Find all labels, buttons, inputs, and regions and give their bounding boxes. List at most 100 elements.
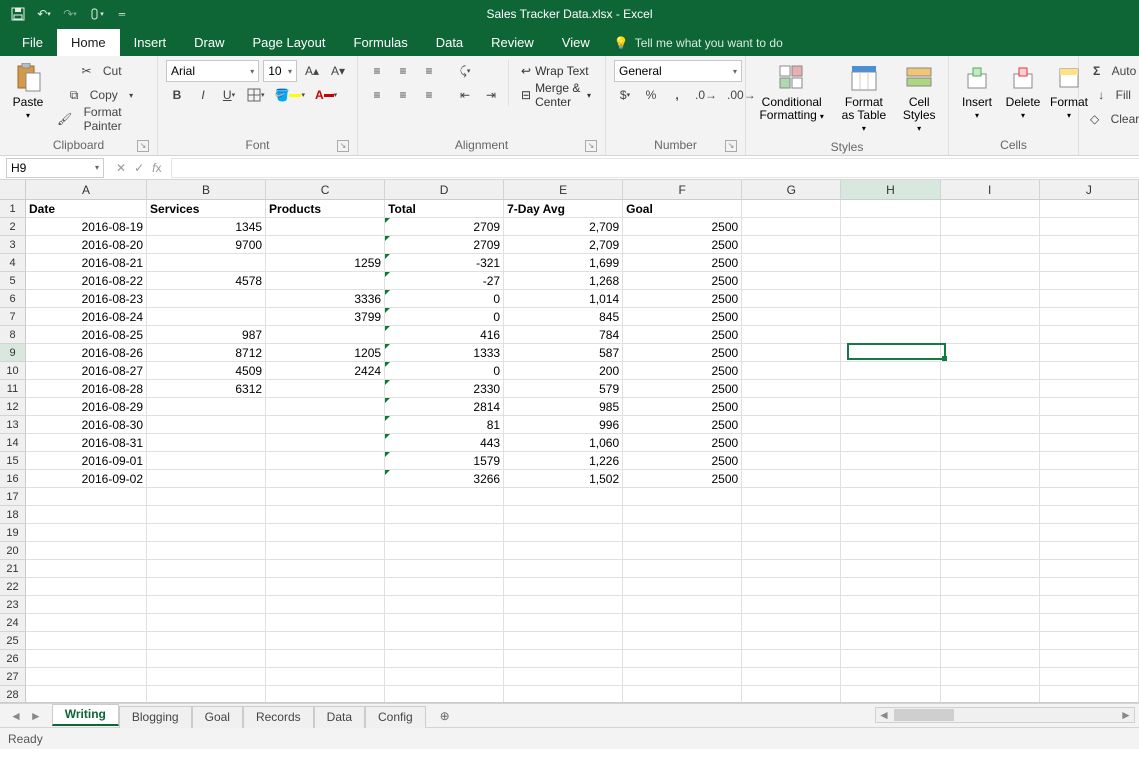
- cell[interactable]: [147, 596, 266, 614]
- cell[interactable]: [623, 488, 742, 506]
- cell[interactable]: [841, 650, 940, 668]
- cell[interactable]: [1040, 506, 1139, 524]
- sheet-nav-prev-icon[interactable]: ◄: [10, 709, 22, 723]
- cell[interactable]: 2016-08-29: [26, 398, 147, 416]
- cell[interactable]: [1040, 272, 1139, 290]
- cell[interactable]: [504, 632, 623, 650]
- cell[interactable]: [266, 596, 385, 614]
- cell[interactable]: 6312: [147, 380, 266, 398]
- cell[interactable]: [841, 488, 940, 506]
- cell[interactable]: 3336: [266, 290, 385, 308]
- cell[interactable]: [1040, 416, 1139, 434]
- decrease-indent-button[interactable]: ⇤: [454, 84, 476, 106]
- cell[interactable]: [841, 506, 940, 524]
- cell[interactable]: [266, 668, 385, 686]
- wrap-text-button[interactable]: ↩Wrap Text: [515, 60, 597, 82]
- cell[interactable]: [742, 668, 841, 686]
- tab-insert[interactable]: Insert: [120, 29, 181, 56]
- cell[interactable]: 996: [504, 416, 623, 434]
- cell[interactable]: [1040, 218, 1139, 236]
- cell[interactable]: 2500: [623, 308, 742, 326]
- cell[interactable]: [941, 290, 1040, 308]
- cell[interactable]: Total: [385, 200, 504, 218]
- sheet-tab-config[interactable]: Config: [365, 706, 426, 728]
- cell[interactable]: [266, 614, 385, 632]
- tab-file[interactable]: File: [8, 29, 57, 56]
- merge-center-button[interactable]: ⊟Merge & Center▾: [515, 84, 597, 106]
- cell[interactable]: [742, 362, 841, 380]
- cell[interactable]: 2500: [623, 254, 742, 272]
- cell[interactable]: [504, 560, 623, 578]
- row-header[interactable]: 24: [0, 614, 26, 632]
- cell[interactable]: [941, 668, 1040, 686]
- cell[interactable]: [742, 236, 841, 254]
- cell[interactable]: [742, 650, 841, 668]
- row-header[interactable]: 10: [0, 362, 26, 380]
- cell[interactable]: [623, 632, 742, 650]
- row-header[interactable]: 12: [0, 398, 26, 416]
- cell[interactable]: [841, 524, 940, 542]
- cell[interactable]: [147, 686, 266, 703]
- row-header[interactable]: 3: [0, 236, 26, 254]
- cell[interactable]: [1040, 344, 1139, 362]
- clipboard-launcher-icon[interactable]: ↘: [137, 140, 149, 152]
- cell[interactable]: [504, 596, 623, 614]
- cell[interactable]: [147, 506, 266, 524]
- cell[interactable]: 2016-08-26: [26, 344, 147, 362]
- row-headers[interactable]: 1234567891011121314151617181920212223242…: [0, 200, 26, 703]
- tab-home[interactable]: Home: [57, 29, 120, 56]
- align-top-button[interactable]: ≡: [366, 60, 388, 82]
- column-header[interactable]: F: [623, 180, 742, 200]
- cell[interactable]: [504, 506, 623, 524]
- cell[interactable]: [742, 290, 841, 308]
- cell[interactable]: 587: [504, 344, 623, 362]
- cell[interactable]: [266, 578, 385, 596]
- cell[interactable]: [266, 560, 385, 578]
- cut-button[interactable]: ✂ Cut: [54, 60, 149, 82]
- cell[interactable]: [742, 200, 841, 218]
- cell[interactable]: [841, 380, 940, 398]
- border-button[interactable]: ▾: [244, 84, 268, 106]
- cell[interactable]: 2016-09-01: [26, 452, 147, 470]
- scroll-right-icon[interactable]: ►: [1118, 708, 1134, 722]
- cell[interactable]: [623, 686, 742, 703]
- cell[interactable]: [841, 344, 940, 362]
- cell[interactable]: 7-Day Avg: [504, 200, 623, 218]
- cell[interactable]: [266, 632, 385, 650]
- cell-area[interactable]: DateServicesProductsTotal7-Day AvgGoal20…: [26, 200, 1139, 702]
- column-header[interactable]: J: [1040, 180, 1139, 200]
- row-header[interactable]: 21: [0, 560, 26, 578]
- cell[interactable]: [385, 596, 504, 614]
- cell[interactable]: [742, 380, 841, 398]
- cell[interactable]: [504, 542, 623, 560]
- cell[interactable]: [742, 632, 841, 650]
- cell[interactable]: 2709: [385, 236, 504, 254]
- sheet-tab-goal[interactable]: Goal: [192, 706, 243, 728]
- format-painter-button[interactable]: 🖌 Format Painter: [54, 108, 149, 130]
- cell[interactable]: [841, 542, 940, 560]
- formula-input[interactable]: [171, 158, 1139, 178]
- cell[interactable]: 845: [504, 308, 623, 326]
- cell[interactable]: 81: [385, 416, 504, 434]
- cell[interactable]: 1,014: [504, 290, 623, 308]
- cell[interactable]: [742, 308, 841, 326]
- cell[interactable]: 2500: [623, 362, 742, 380]
- cell[interactable]: [941, 506, 1040, 524]
- cell[interactable]: [1040, 362, 1139, 380]
- cell[interactable]: 2709: [385, 218, 504, 236]
- column-header[interactable]: H: [841, 180, 940, 200]
- cell[interactable]: [941, 200, 1040, 218]
- cell[interactable]: [1040, 614, 1139, 632]
- redo-icon[interactable]: ↷▾: [58, 2, 82, 26]
- cell[interactable]: 2016-08-20: [26, 236, 147, 254]
- cell[interactable]: [941, 452, 1040, 470]
- save-icon[interactable]: [6, 2, 30, 26]
- cell[interactable]: [385, 614, 504, 632]
- cell[interactable]: 2424: [266, 362, 385, 380]
- cell[interactable]: [147, 308, 266, 326]
- cell[interactable]: [841, 452, 940, 470]
- cell[interactable]: [841, 416, 940, 434]
- scroll-left-icon[interactable]: ◄: [876, 708, 892, 722]
- cell[interactable]: 2016-08-28: [26, 380, 147, 398]
- increase-indent-button[interactable]: ⇥: [480, 84, 502, 106]
